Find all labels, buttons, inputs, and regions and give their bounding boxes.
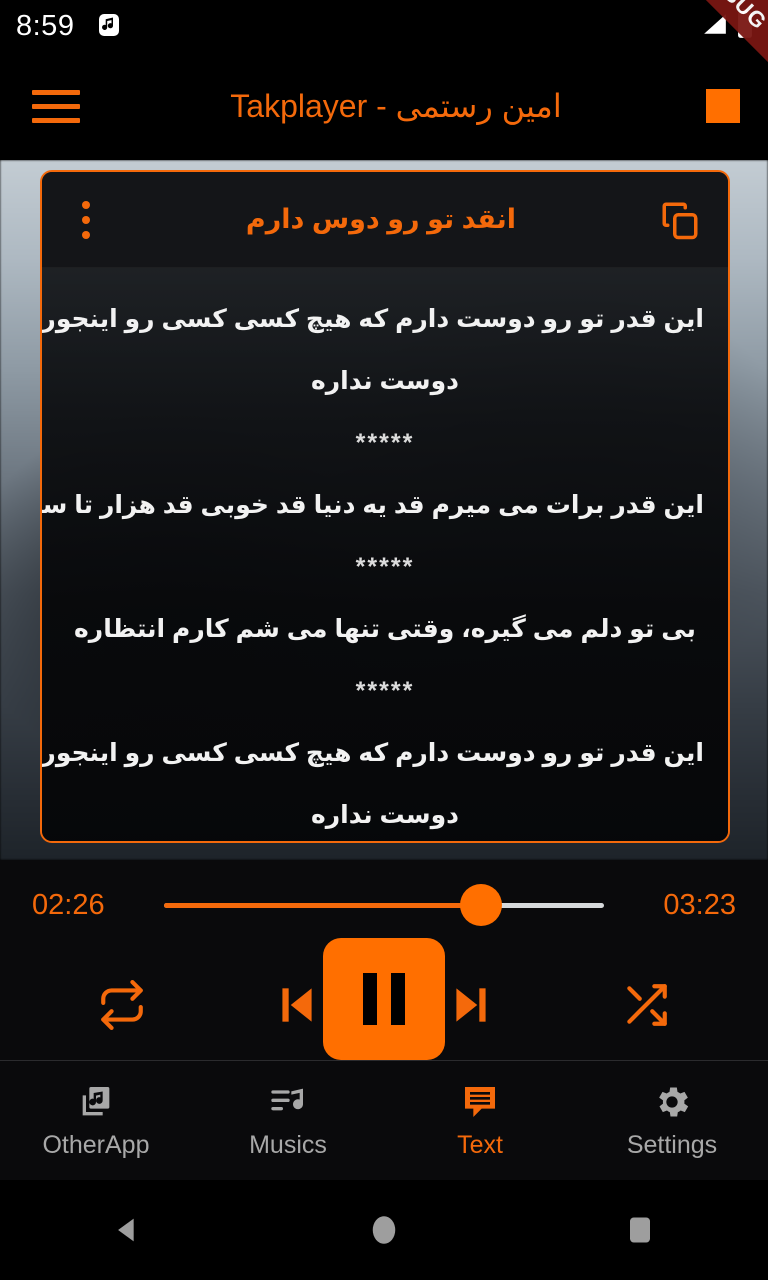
recents-square-icon[interactable] <box>512 1180 768 1280</box>
bottom-navigation: OtherApp Musics Text Settings <box>0 1060 768 1180</box>
status-bar: 8:59 <box>0 0 768 52</box>
copy-icon[interactable] <box>654 194 706 246</box>
lyric-separator: ***** <box>355 429 415 457</box>
back-triangle-icon[interactable] <box>0 1180 256 1280</box>
current-time-label: 02:26 <box>32 888 105 921</box>
total-time-label: 03:23 <box>663 888 736 921</box>
lyrics-card-header: انقد تو رو دوس دارم <box>42 172 728 268</box>
skip-next-icon[interactable] <box>437 971 505 1039</box>
progress-row: 02:26 03:23 <box>0 860 768 950</box>
nav-item-otherapp[interactable]: OtherApp <box>0 1061 192 1181</box>
skip-previous-icon[interactable] <box>263 971 331 1039</box>
lyrics-card: انقد تو رو دوس دارم این قدر تو رو دوست د… <box>40 170 730 843</box>
nav-label: OtherApp <box>42 1131 150 1159</box>
lyric-line: این قدر تو رو دوست دارم که هیچ کسی کسی ر… <box>42 305 704 333</box>
lyric-line: بی تو دلم می گیره، وقتی تنها می شم کارم … <box>74 615 696 643</box>
playback-controls <box>0 938 768 1060</box>
seek-slider-thumb[interactable] <box>459 884 502 926</box>
app-screen: انقد تو رو دوس دارم این قدر تو رو دوست د… <box>0 0 768 1280</box>
nav-label: Text <box>457 1131 503 1159</box>
status-clock: 8:59 <box>16 9 75 42</box>
nav-item-text[interactable]: Text <box>384 1061 576 1181</box>
android-navigation-bar <box>0 1180 768 1280</box>
player-panel: 02:26 03:23 <box>0 860 768 1060</box>
pause-icon[interactable] <box>323 938 445 1060</box>
nav-item-musics[interactable]: Musics <box>192 1061 384 1181</box>
more-vertical-icon[interactable] <box>64 192 108 248</box>
stop-square-icon[interactable] <box>706 89 740 123</box>
shuffle-icon[interactable] <box>612 971 680 1039</box>
home-circle-icon[interactable] <box>256 1180 512 1280</box>
repeat-icon[interactable] <box>88 971 156 1039</box>
lyric-separator: ***** <box>355 553 415 581</box>
lyric-line: این قدر برات می میرم قد یه دنیا قد خوبی … <box>42 491 704 519</box>
music-note-icon <box>96 12 122 40</box>
song-title: انقد تو رو دوس دارم <box>245 204 517 234</box>
lyric-line: این قدر تو رو دوست دارم که هیچ کسی کسی ر… <box>42 739 704 767</box>
nav-label: Settings <box>626 1131 718 1159</box>
nav-item-settings[interactable]: Settings <box>576 1061 768 1181</box>
lyric-line: دوست نداره <box>311 801 459 829</box>
playlist-music-icon <box>268 1081 308 1123</box>
page-title: امین رستمی - Takplayer <box>230 88 562 124</box>
app-bar: امین رستمی - Takplayer <box>0 52 768 160</box>
lyrics-text-body[interactable]: این قدر تو رو دوست دارم که هیچ کسی کسی ر… <box>42 268 728 841</box>
nav-label: Musics <box>249 1131 327 1159</box>
text-bubble-icon <box>460 1081 500 1123</box>
seek-slider-fill <box>164 903 481 908</box>
gear-icon <box>652 1081 692 1123</box>
library-music-icon <box>76 1081 116 1123</box>
lyric-line: دوست نداره <box>311 367 459 395</box>
lyric-separator: ***** <box>355 677 415 705</box>
seek-slider[interactable] <box>164 882 604 928</box>
hamburger-menu-icon[interactable] <box>18 68 94 144</box>
